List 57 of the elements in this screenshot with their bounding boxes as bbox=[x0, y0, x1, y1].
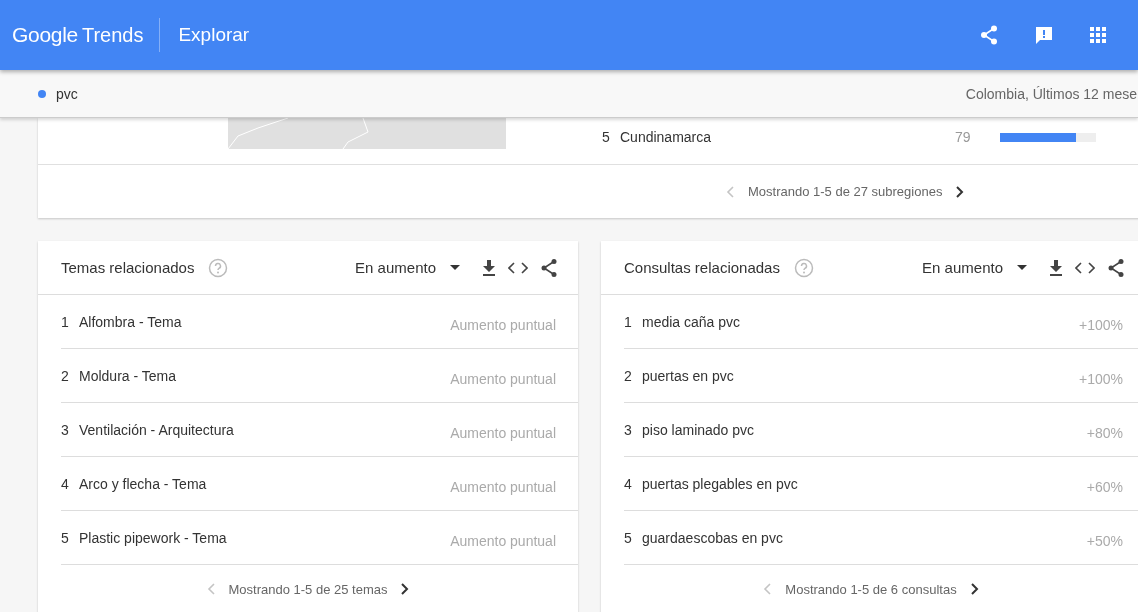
rise-value: Aumento puntual bbox=[450, 477, 556, 495]
filter-dropdown[interactable]: En aumento bbox=[355, 259, 460, 276]
rise-value: +100% bbox=[1079, 315, 1123, 333]
caret-icon bbox=[450, 265, 460, 270]
apps-grid-icon[interactable] bbox=[1090, 27, 1106, 43]
download-icon[interactable] bbox=[1049, 259, 1063, 276]
next-page-button[interactable] bbox=[956, 185, 965, 198]
rise-value: Aumento puntual bbox=[450, 531, 556, 549]
rise-value: +60% bbox=[1086, 477, 1123, 495]
embed-code-icon[interactable] bbox=[508, 261, 528, 274]
related-item-link[interactable]: Alfombra - Tema bbox=[79, 313, 451, 330]
rise-value: Aumento puntual bbox=[450, 369, 556, 387]
rank-number: 3 bbox=[61, 421, 70, 438]
filter-dropdown[interactable]: En aumento bbox=[922, 259, 1027, 276]
rise-value: +80% bbox=[1086, 423, 1123, 441]
panel-title: Consultas relacionadas bbox=[624, 259, 780, 276]
feedback-icon[interactable] bbox=[1034, 25, 1054, 45]
related-item-link[interactable]: puertas plegables en pvc bbox=[642, 475, 1087, 492]
share-icon[interactable] bbox=[1107, 257, 1125, 278]
rank-number: 4 bbox=[61, 475, 70, 492]
location-period-filter[interactable]: Colombia, Últimos 12 mese bbox=[965, 85, 1137, 102]
related-item-link[interactable]: Ventilación - Arquitectura bbox=[79, 421, 451, 438]
rank-number: 4 bbox=[624, 475, 633, 492]
pagination-text: Mostrando 1-5 de 6 consultas bbox=[785, 581, 957, 597]
share-icon[interactable] bbox=[540, 257, 558, 278]
download-icon[interactable] bbox=[482, 259, 496, 276]
rank-number: 1 bbox=[61, 313, 70, 330]
rank-number: 5 bbox=[602, 129, 611, 145]
embed-code-icon[interactable] bbox=[1075, 261, 1095, 274]
related-item-link[interactable]: Moldura - Tema bbox=[79, 367, 451, 384]
caret-icon bbox=[1017, 265, 1027, 270]
rise-value: +100% bbox=[1079, 369, 1123, 387]
page-title: Explorar bbox=[178, 24, 250, 46]
related-item-link[interactable]: puertas en pvc bbox=[642, 367, 1079, 384]
rank-number: 5 bbox=[61, 529, 70, 546]
rank-number: 3 bbox=[624, 421, 633, 438]
interest-value: 79 bbox=[955, 129, 972, 145]
pagination-text: Mostrando 1-5 de 25 temas bbox=[228, 581, 388, 597]
search-term[interactable]: pvc bbox=[56, 85, 78, 102]
related-item-link[interactable]: piso laminado pvc bbox=[642, 421, 1087, 438]
rise-value: +50% bbox=[1086, 531, 1123, 549]
region-name[interactable]: Cundinamarca bbox=[620, 129, 955, 145]
next-page-button[interactable] bbox=[970, 583, 979, 595]
rank-number: 1 bbox=[624, 313, 633, 330]
panel-title: Temas relacionados bbox=[61, 259, 195, 276]
related-item-link[interactable]: guardaescobas en pvc bbox=[642, 529, 1087, 546]
rank-number: 5 bbox=[624, 529, 633, 546]
rank-number: 2 bbox=[624, 367, 633, 384]
next-page-button[interactable] bbox=[401, 583, 410, 595]
pagination-text: Mostrando 1-5 de 27 subregiones bbox=[748, 184, 943, 199]
rise-value: Aumento puntual bbox=[450, 423, 556, 441]
google-trends-logo[interactable]: Google Trends bbox=[12, 23, 144, 47]
related-item-link[interactable]: Plastic pipework - Tema bbox=[79, 529, 451, 546]
related-item-link[interactable]: Arco y flecha - Tema bbox=[79, 475, 451, 492]
related-item-link[interactable]: media caña pvc bbox=[642, 313, 1079, 330]
rise-value: Aumento puntual bbox=[450, 315, 556, 333]
rank-number: 2 bbox=[61, 367, 70, 384]
